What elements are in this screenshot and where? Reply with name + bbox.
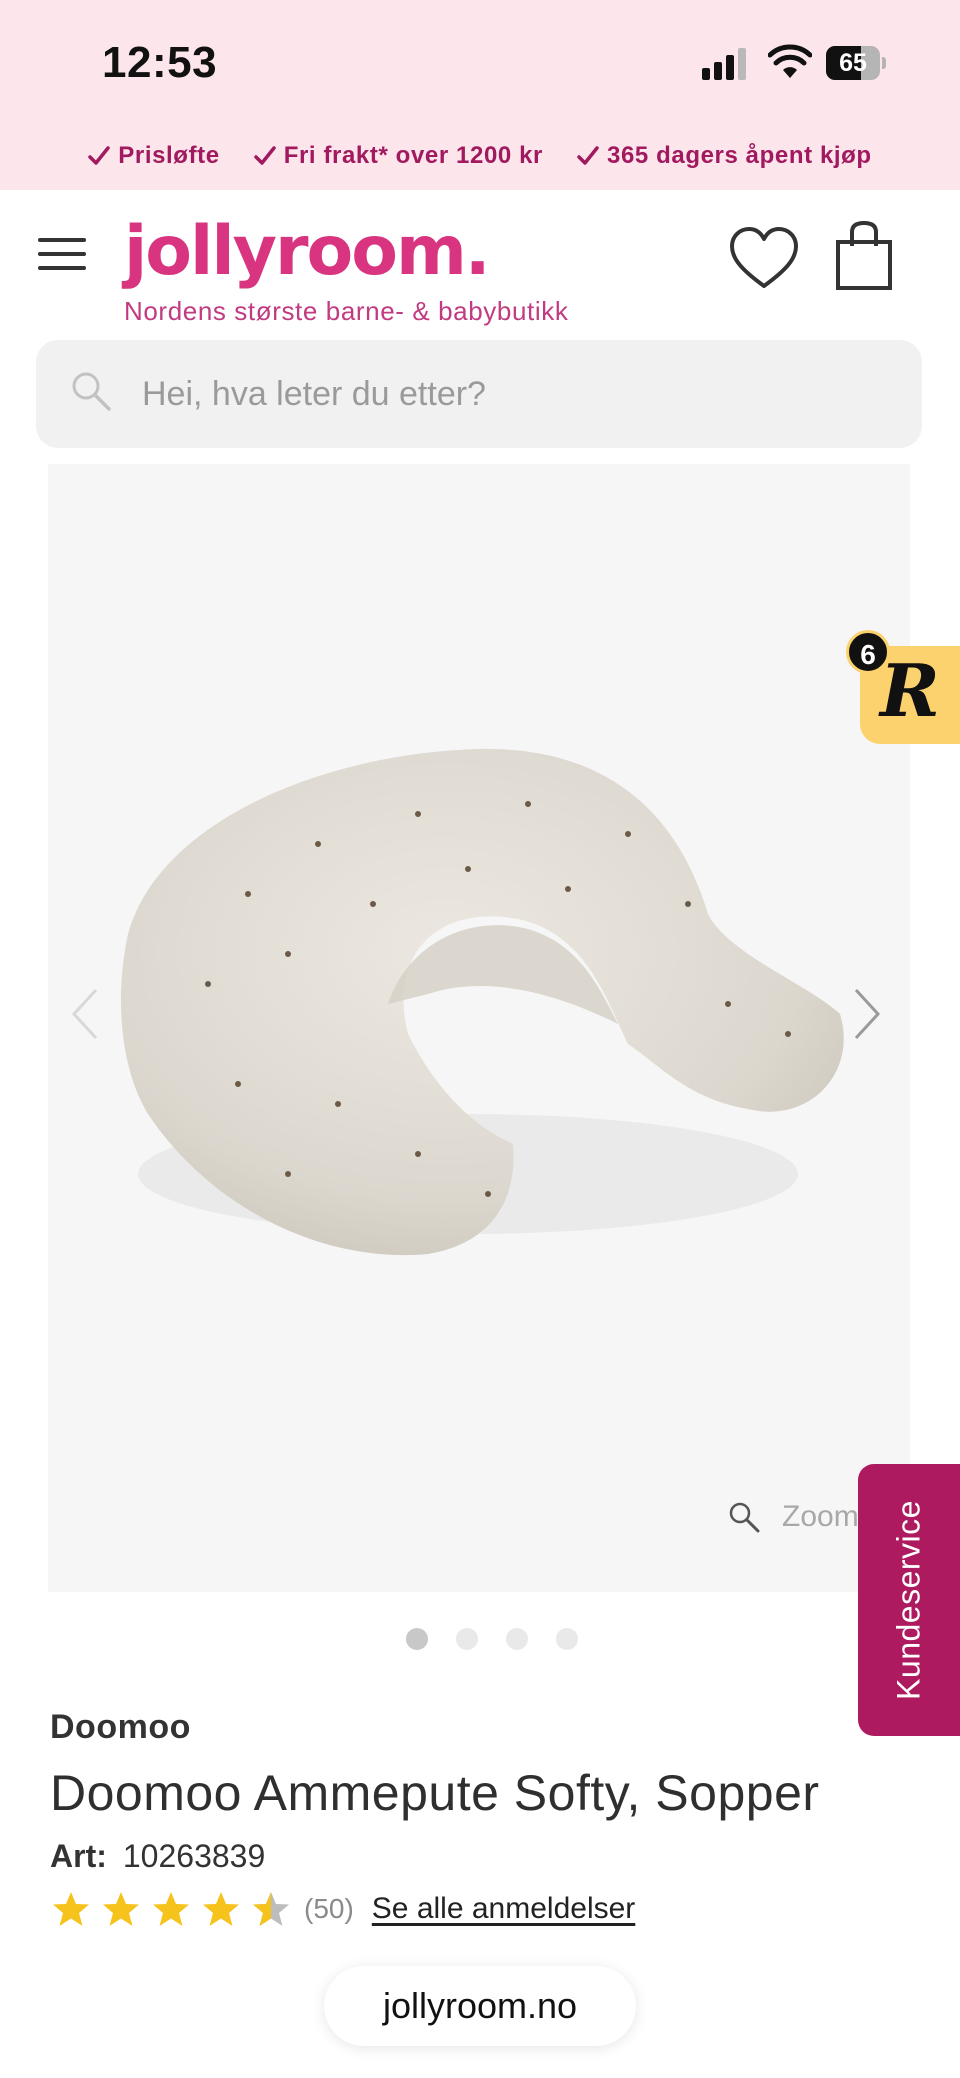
see-all-reviews-link[interactable]: Se alle anmeldelser — [372, 1892, 635, 1926]
chevron-left-icon[interactable] — [70, 986, 100, 1042]
product-image-gallery[interactable] — [48, 464, 910, 1592]
star-icon — [153, 1892, 189, 1926]
reviews-widget-logo: R — [880, 648, 940, 733]
search-input[interactable] — [142, 366, 882, 422]
product-brand[interactable]: Doomoo — [50, 1708, 191, 1747]
article-number-value: 10263839 — [122, 1838, 266, 1874]
carousel-dot[interactable] — [456, 1628, 478, 1650]
usp-label: 365 dagers åpent kjøp — [607, 142, 872, 169]
status-bar: 12:53 65 — [0, 0, 960, 122]
star-icon — [203, 1892, 239, 1926]
article-number-label: Art: — [50, 1838, 107, 1874]
zoom-icon — [729, 1502, 760, 1533]
review-count: (50) — [304, 1893, 354, 1924]
cellular-signal-icon — [702, 48, 748, 80]
usp-label: Prisløfte — [118, 142, 220, 169]
shopping-bag-icon[interactable] — [834, 220, 894, 292]
check-icon — [88, 146, 111, 165]
wifi-icon — [768, 44, 812, 78]
battery-level: 65 — [839, 49, 867, 77]
product-article-number: Art: 10263839 — [50, 1838, 265, 1875]
search-icon — [72, 372, 111, 411]
chevron-right-icon[interactable] — [852, 986, 882, 1042]
customer-service-tab[interactable]: Kundeservice — [858, 1464, 960, 1736]
zoom-label: Zoom — [782, 1500, 859, 1533]
star-rating — [52, 1890, 290, 1928]
usp-item: Fri frakt* over 1200 kr — [253, 142, 543, 170]
product-image[interactable] — [88, 704, 878, 1284]
browser-url-bar[interactable]: jollyroom.no — [324, 1966, 636, 2046]
reviews-widget-count-badge: 6 — [846, 630, 890, 674]
battery-icon: 65 — [826, 46, 886, 80]
heart-icon[interactable] — [728, 226, 800, 292]
usp-label: Fri frakt* over 1200 kr — [283, 142, 543, 169]
star-icon — [53, 1892, 89, 1926]
site-tagline: Nordens største barne- & babybutikk — [124, 296, 569, 326]
usp-item: 365 dagers åpent kjøp — [577, 142, 872, 170]
product-rating: (50) Se alle anmeldelser — [52, 1890, 635, 1928]
carousel-pagination — [406, 1628, 578, 1650]
carousel-dot[interactable] — [406, 1628, 428, 1650]
status-time: 12:53 — [102, 38, 218, 87]
usp-item: Prisløfte — [88, 142, 219, 170]
customer-service-label: Kundeservice — [890, 1500, 927, 1700]
carousel-dot[interactable] — [506, 1628, 528, 1650]
star-half-icon — [253, 1892, 289, 1926]
search-bar[interactable] — [36, 340, 922, 448]
zoom-button[interactable]: Zoom — [728, 1500, 859, 1534]
product-title: Doomoo Ammepute Softy, Sopper — [50, 1765, 820, 1821]
usp-bar: Prisløfte Fri frakt* over 1200 kr 365 da… — [0, 122, 960, 190]
check-icon — [577, 146, 599, 165]
hamburger-menu-icon[interactable] — [38, 236, 88, 272]
check-icon — [253, 146, 276, 165]
product-page: 12:53 65 Prisløfte Fri frakt* over 1200 … — [0, 0, 960, 2078]
star-icon — [103, 1892, 139, 1926]
carousel-dot[interactable] — [556, 1628, 578, 1650]
site-header: jollyroom. Nordens største barne- & baby… — [0, 190, 960, 340]
site-logo[interactable]: jollyroom. — [124, 212, 491, 291]
